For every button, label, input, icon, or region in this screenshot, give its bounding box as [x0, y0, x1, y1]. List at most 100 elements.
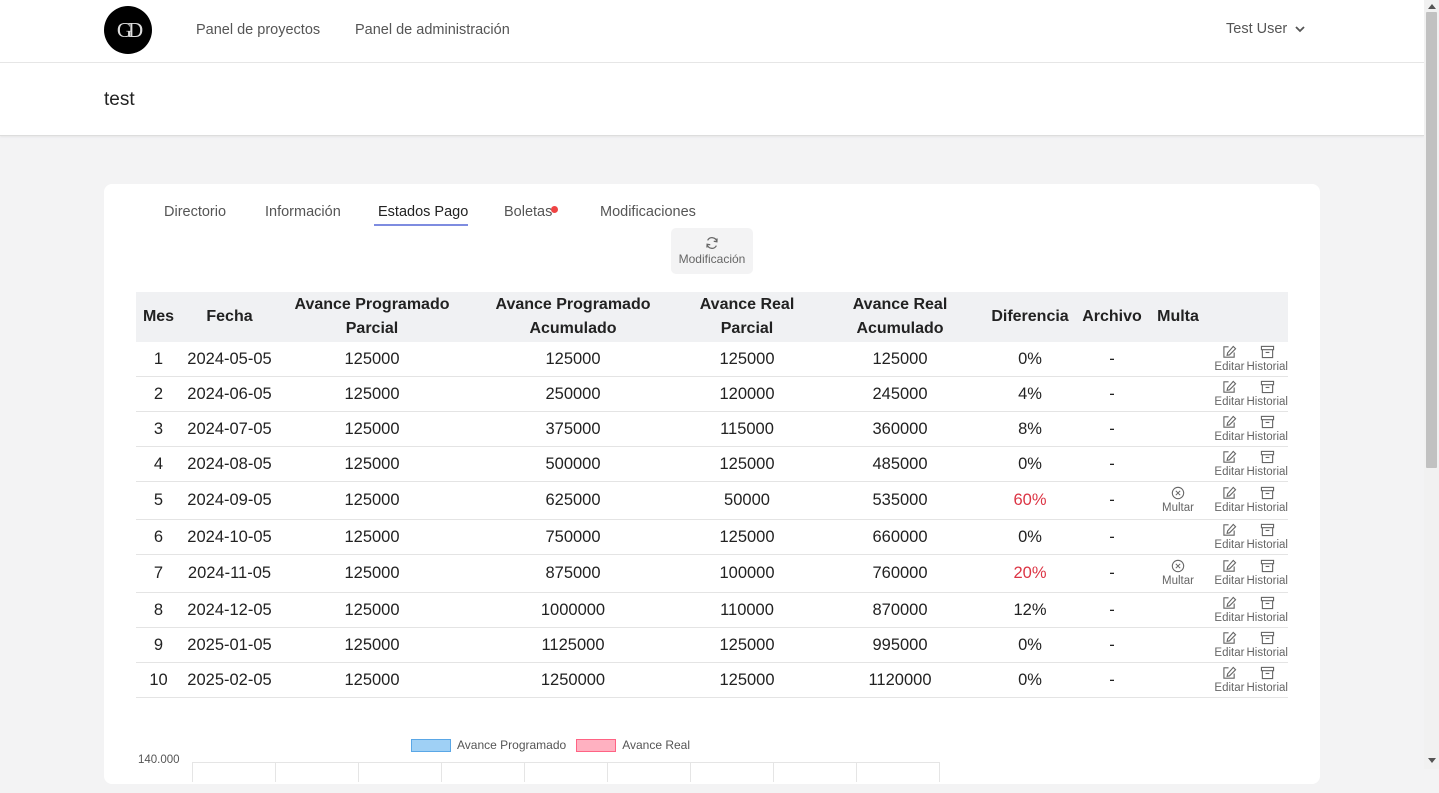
- cell-fecha: 2024-06-05: [181, 376, 278, 412]
- chart-grid: [192, 762, 940, 793]
- editar-label: Editar: [1214, 681, 1245, 694]
- editar-button[interactable]: Editar: [1214, 559, 1244, 588]
- archive-icon: [1260, 415, 1274, 428]
- cell-diferencia: 4%: [986, 376, 1074, 412]
- historial-button[interactable]: Historial: [1246, 345, 1288, 374]
- cell-avance-real-parcial: 120000: [680, 376, 814, 412]
- cell-avance-programado-parcial: 125000: [278, 481, 466, 520]
- cell-avance-programado-acumulado: 750000: [466, 519, 680, 555]
- cell-mes: 1: [136, 342, 181, 377]
- editar-button[interactable]: Editar: [1214, 450, 1244, 479]
- tab-boletas[interactable]: Boletas: [504, 204, 552, 220]
- archive-icon: [1260, 596, 1274, 609]
- cell-archivo: -: [1074, 481, 1150, 520]
- historial-button[interactable]: Historial: [1246, 523, 1288, 552]
- cell-actions: Editar Historial: [1206, 519, 1288, 555]
- historial-label: Historial: [1246, 646, 1288, 659]
- header-multa: Multa: [1150, 292, 1206, 342]
- logo[interactable]: GD: [104, 6, 152, 54]
- historial-button[interactable]: Historial: [1246, 486, 1288, 515]
- header-avance-real-acumulado: Avance Real Acumulado: [814, 292, 986, 342]
- historial-button[interactable]: Historial: [1246, 631, 1288, 660]
- cell-avance-real-acumulado: 995000: [814, 627, 986, 663]
- historial-button[interactable]: Historial: [1246, 415, 1288, 444]
- user-menu[interactable]: Test User: [1226, 21, 1305, 37]
- editar-button[interactable]: Editar: [1214, 486, 1244, 515]
- nav-panel-administracion[interactable]: Panel de administración: [355, 22, 510, 38]
- modificacion-button[interactable]: Modificación: [671, 228, 753, 274]
- historial-label: Historial: [1246, 681, 1288, 694]
- top-navbar: GD Panel de proyectos Panel de administr…: [0, 0, 1424, 63]
- cell-avance-real-acumulado: 660000: [814, 519, 986, 555]
- cell-avance-real-acumulado: 245000: [814, 376, 986, 412]
- chart-gridline: [192, 762, 193, 782]
- refresh-icon: [706, 237, 718, 249]
- editar-button[interactable]: Editar: [1214, 415, 1244, 444]
- table-row: 5 2024-09-05 125000 625000 50000 535000 60% - Mu…: [136, 481, 1288, 520]
- edit-icon: [1223, 415, 1237, 428]
- cell-avance-programado-parcial: 125000: [278, 376, 466, 412]
- tab-informacion[interactable]: Información: [265, 204, 341, 220]
- project-card: Directorio Información Estados Pago Bole…: [104, 184, 1320, 784]
- cell-multa: [1150, 592, 1206, 628]
- table-row: 4 2024-08-05 125000 500000 125000 485000 0% - Ed…: [136, 446, 1288, 482]
- header-diferencia: Diferencia: [986, 292, 1074, 342]
- legend-swatch-programado: [411, 738, 451, 752]
- historial-button[interactable]: Historial: [1246, 666, 1288, 695]
- cell-avance-real-parcial: 125000: [680, 627, 814, 663]
- cell-fecha: 2024-07-05: [181, 411, 278, 447]
- cell-mes: 4: [136, 446, 181, 482]
- cell-multa: Multar: [1150, 481, 1206, 520]
- cell-avance-real-acumulado: 760000: [814, 554, 986, 593]
- editar-label: Editar: [1214, 360, 1245, 373]
- editar-button[interactable]: Editar: [1214, 380, 1244, 409]
- cell-archivo: -: [1074, 662, 1150, 698]
- cell-multa: [1150, 446, 1206, 482]
- cell-diferencia: 12%: [986, 592, 1074, 628]
- multar-button[interactable]: Multar: [1162, 486, 1194, 515]
- cell-avance-programado-parcial: 125000: [278, 554, 466, 593]
- x-circle-icon: [1171, 559, 1185, 573]
- historial-button[interactable]: Historial: [1246, 559, 1288, 588]
- cell-avance-real-parcial: 125000: [680, 519, 814, 555]
- tab-modificaciones[interactable]: Modificaciones: [600, 204, 696, 220]
- historial-button[interactable]: Historial: [1246, 450, 1288, 479]
- cell-actions: Editar Historial: [1206, 627, 1288, 663]
- cell-archivo: -: [1074, 446, 1150, 482]
- editar-button[interactable]: Editar: [1214, 631, 1244, 660]
- cell-avance-real-acumulado: 125000: [814, 342, 986, 377]
- cell-avance-real-parcial: 125000: [680, 342, 814, 377]
- cell-avance-programado-acumulado: 500000: [466, 446, 680, 482]
- cell-actions: Editar Historial: [1206, 662, 1288, 698]
- scrollbar-thumb[interactable]: [1426, 12, 1437, 468]
- cell-mes: 10: [136, 662, 181, 698]
- scroll-down-arrow[interactable]: [1428, 758, 1436, 763]
- historial-button[interactable]: Historial: [1246, 596, 1288, 625]
- cell-fecha: 2024-10-05: [181, 519, 278, 555]
- header-mes: Mes: [136, 292, 181, 342]
- editar-button[interactable]: Editar: [1214, 523, 1244, 552]
- tab-directorio[interactable]: Directorio: [164, 204, 226, 220]
- table-row: 8 2024-12-05 125000 1000000 110000 870000 12% -…: [136, 592, 1288, 628]
- tab-estados-pago[interactable]: Estados Pago: [378, 204, 468, 220]
- cell-avance-programado-acumulado: 1250000: [466, 662, 680, 698]
- multar-button[interactable]: Multar: [1162, 559, 1194, 588]
- editar-button[interactable]: Editar: [1214, 666, 1244, 695]
- cell-avance-programado-acumulado: 625000: [466, 481, 680, 520]
- chart-gridline: [773, 762, 774, 782]
- historial-button[interactable]: Historial: [1246, 380, 1288, 409]
- cell-avance-programado-acumulado: 375000: [466, 411, 680, 447]
- cell-diferencia: 0%: [986, 342, 1074, 377]
- cell-avance-programado-parcial: 125000: [278, 519, 466, 555]
- cell-multa: [1150, 662, 1206, 698]
- header-avance-programado-acumulado: Avance Programado Acumulado: [466, 292, 680, 342]
- archive-icon: [1260, 486, 1274, 500]
- cell-multa: Multar: [1150, 554, 1206, 593]
- nav-panel-proyectos[interactable]: Panel de proyectos: [196, 22, 320, 38]
- edit-icon: [1223, 380, 1237, 393]
- scroll-up-arrow[interactable]: [1428, 4, 1436, 9]
- cell-avance-programado-parcial: 125000: [278, 411, 466, 447]
- legend-label-programado: Avance Programado: [457, 738, 567, 752]
- editar-button[interactable]: Editar: [1214, 596, 1244, 625]
- editar-button[interactable]: Editar: [1214, 345, 1244, 374]
